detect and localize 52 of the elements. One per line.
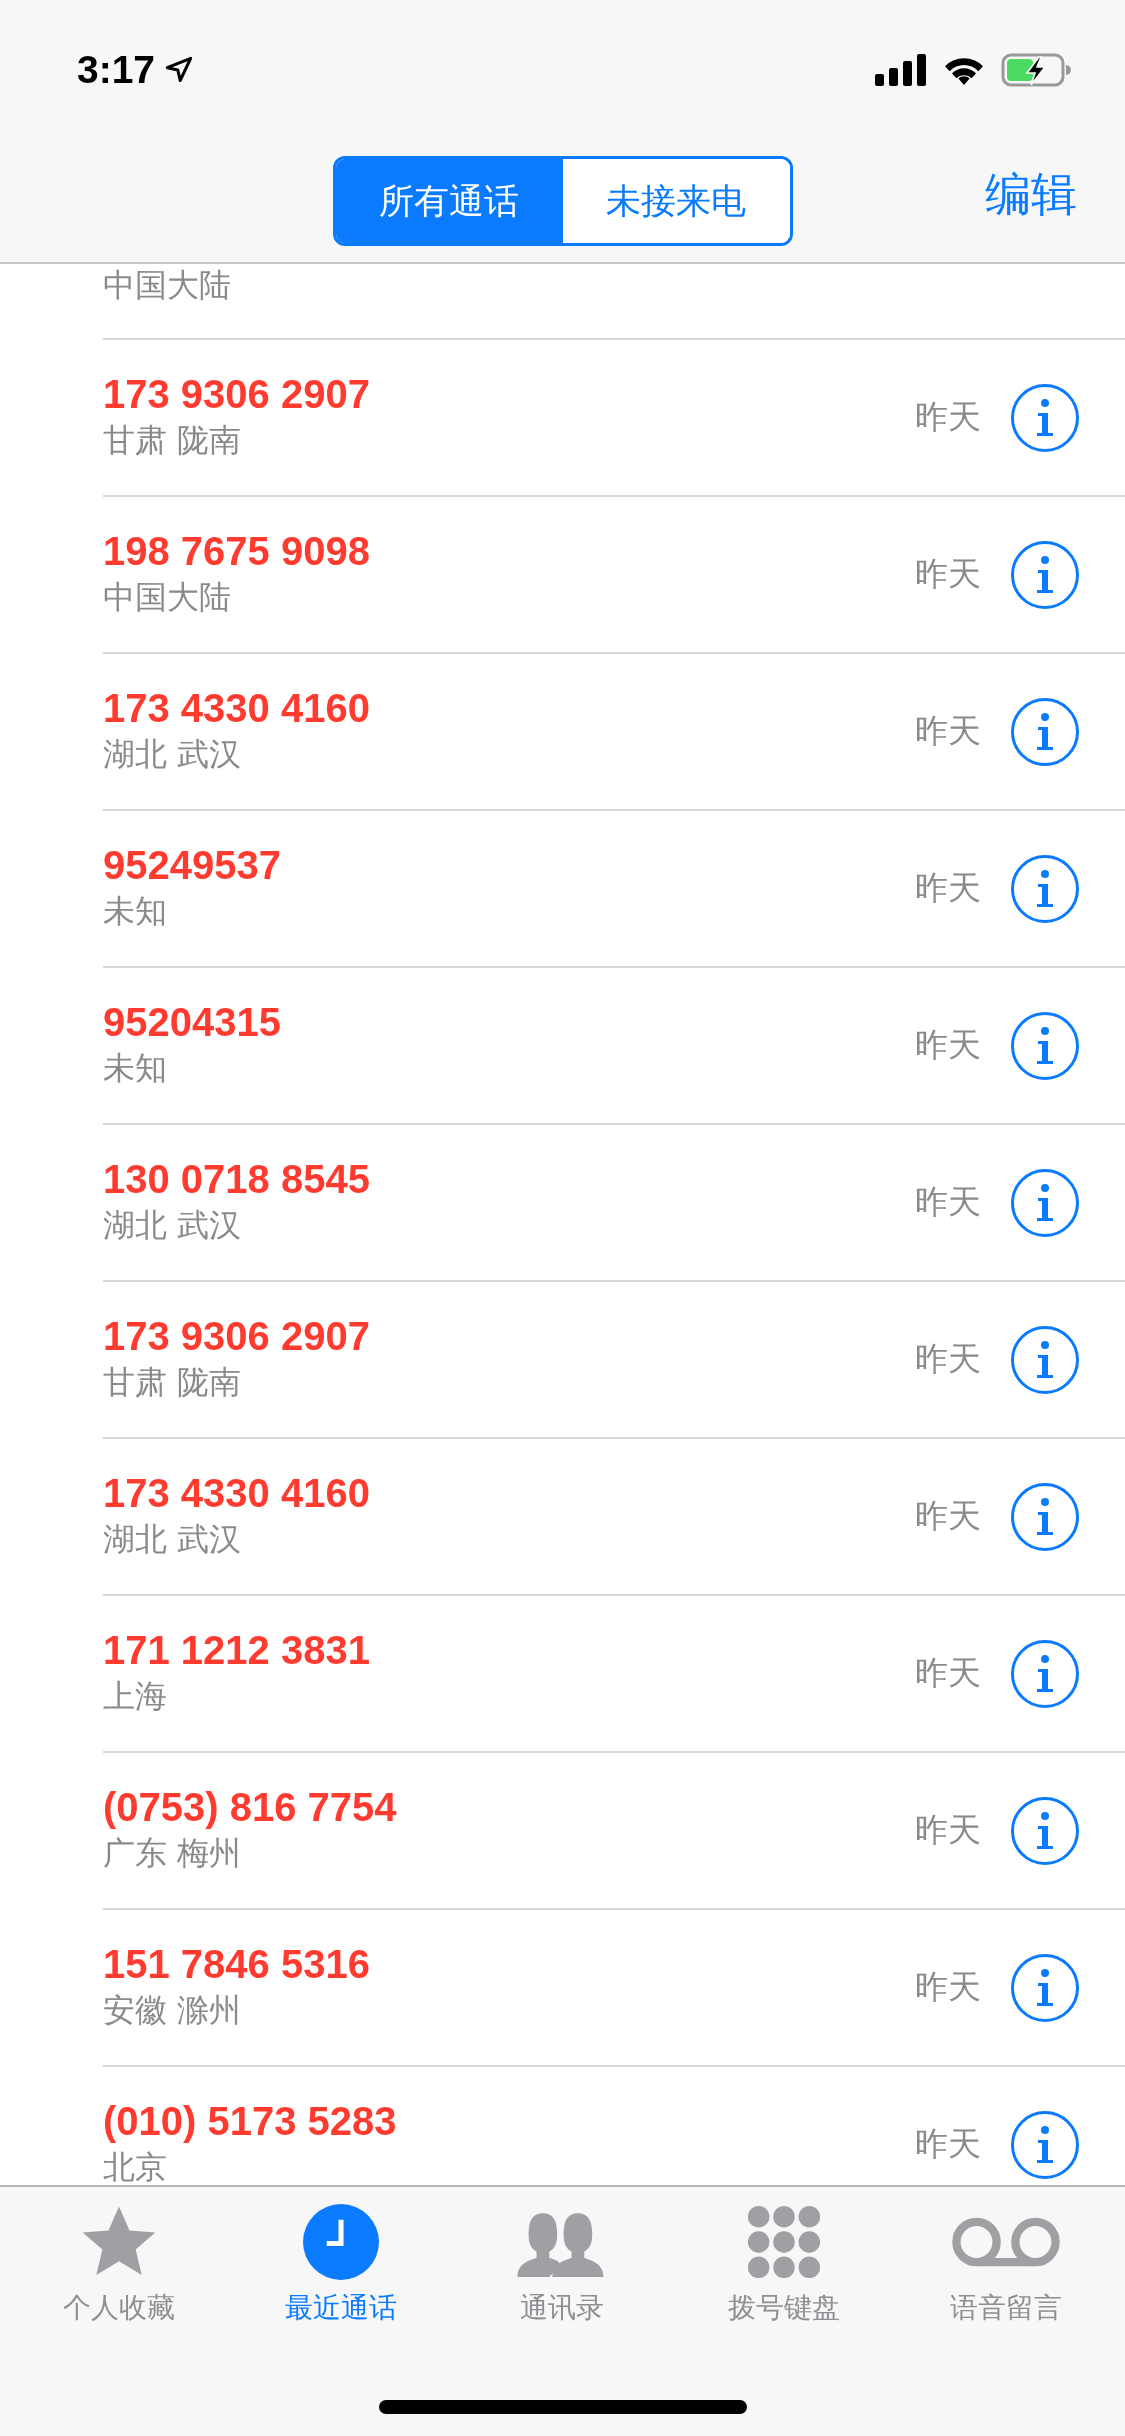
phone-number: 95204315 (103, 1000, 282, 1045)
voicemail-icon (950, 2216, 1063, 2268)
call-date: 昨天 (915, 1809, 981, 1851)
caller-location: 甘肃 陇南 (103, 420, 243, 461)
call-date: 昨天 (915, 1966, 981, 2008)
call-date: 昨天 (915, 1181, 981, 1223)
signal-icon (875, 54, 927, 86)
caller-location: 中国大陆 (103, 577, 232, 618)
call-date: 昨天 (915, 1024, 981, 1066)
phone-number: 130 0718 8545 (103, 1157, 371, 1202)
tab-bar-item[interactable]: 个人收藏 (13, 2201, 224, 2327)
phone-number: 173 4330 4160 (103, 686, 371, 731)
phone-number: 95249537 (103, 843, 282, 888)
call-date: 昨天 (915, 2123, 981, 2165)
caller-location: 未知 (103, 891, 168, 932)
caller-location: 上海 (103, 1676, 168, 1717)
phone-number: 173 4330 4160 (103, 1471, 371, 1516)
caller-location: 中国大陆 (103, 264, 232, 306)
caller-location: 甘肃 陇南 (103, 1362, 243, 1403)
phone-number: 173 9306 2907 (103, 372, 371, 417)
caller-location: 安徽 滁州 (103, 1990, 243, 2031)
call-date: 昨天 (915, 553, 981, 595)
battery-charging-icon (1001, 53, 1073, 87)
phone-number: 198 7675 9098 (103, 529, 371, 574)
status-time: 3:17 (77, 48, 156, 92)
call-date: 昨天 (915, 867, 981, 909)
edit-button[interactable]: 编辑 (985, 164, 1077, 226)
phone-number: 151 7846 5316 (103, 1942, 371, 1987)
phone-number: 173 9306 2907 (103, 1314, 371, 1359)
caller-location: 未知 (103, 1048, 168, 1089)
segment-tab[interactable]: 所有通话 (335, 159, 563, 243)
location-arrow-icon (165, 56, 194, 84)
phone-number: (0753) 816 7754 (103, 1785, 398, 1830)
call-date: 昨天 (915, 1652, 981, 1694)
call-date: 昨天 (915, 1495, 981, 1537)
call-date: 昨天 (915, 396, 981, 438)
clock-icon (302, 2204, 379, 2280)
phone-number: 171 1212 3831 (103, 1628, 371, 1673)
caller-location: 湖北 武汉 (103, 1519, 243, 1560)
call-date: 昨天 (915, 710, 981, 752)
call-date: 昨天 (915, 1338, 981, 1380)
tab-bar-item[interactable]: 最近通话 (235, 2201, 446, 2327)
tab-bar-item[interactable]: 语音留言 (901, 2201, 1112, 2327)
keypad-icon (746, 2204, 823, 2280)
caller-location: 湖北 武汉 (103, 734, 243, 775)
caller-location: 北京 (103, 2147, 168, 2185)
segment-tab[interactable]: 未接来电 (562, 159, 790, 243)
caller-location: 湖北 武汉 (103, 1205, 243, 1246)
tab-bar-item[interactable]: 拨号键盘 (679, 2201, 890, 2327)
tab-bar-item[interactable]: 通讯录 (457, 2201, 668, 2327)
phone-number: (010) 5173 5283 (103, 2099, 398, 2144)
caller-location: 广东 梅州 (103, 1833, 243, 1874)
